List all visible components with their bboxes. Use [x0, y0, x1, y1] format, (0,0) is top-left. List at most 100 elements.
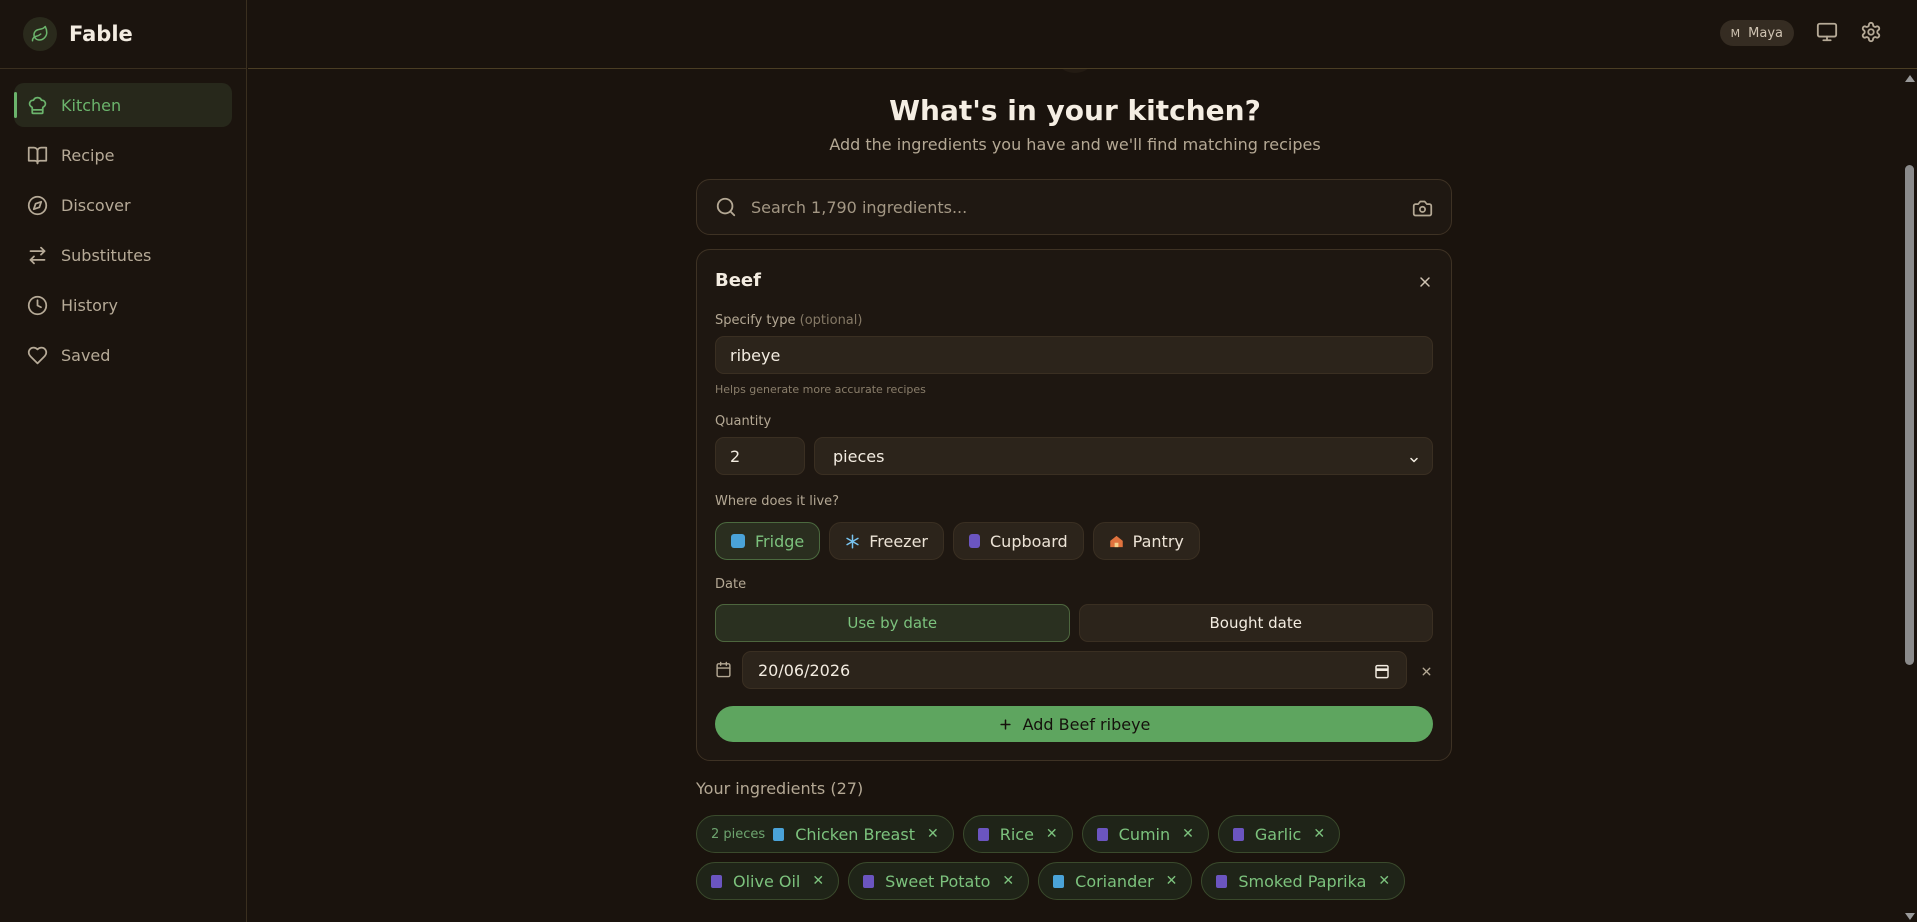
ingredient-chip[interactable]: 2 pieces Chicken Breast ✕: [696, 815, 954, 853]
house-icon: [1109, 534, 1123, 548]
jar-icon: [1232, 827, 1244, 841]
sidebar: Fable Kitchen Recipe Discover Substitute…: [0, 0, 247, 922]
location-freezer-button[interactable]: Freezer: [829, 522, 944, 560]
user-avatar-initial: M: [1730, 26, 1741, 40]
clear-date-icon[interactable]: [1420, 663, 1433, 682]
scroll-down-arrow-icon[interactable]: [1905, 913, 1915, 920]
search-bar: [696, 179, 1452, 235]
location-label-text: Cupboard: [990, 531, 1068, 551]
camera-icon[interactable]: [1412, 198, 1433, 223]
remove-icon[interactable]: ✕: [1182, 826, 1194, 842]
sidebar-item-kitchen[interactable]: Kitchen: [14, 83, 232, 127]
compass-icon: [27, 195, 48, 215]
ice-cube-icon: [731, 534, 745, 548]
ingredient-chip[interactable]: Smoked Paprika ✕: [1201, 862, 1406, 900]
date-input[interactable]: 20/06/2026: [742, 651, 1407, 689]
type-input-value: ribeye: [730, 345, 781, 365]
scroll-up-arrow-icon[interactable]: [1905, 75, 1915, 82]
remove-icon[interactable]: ✕: [1166, 873, 1178, 889]
sidebar-item-saved[interactable]: Saved: [14, 333, 232, 377]
sidebar-nav: Kitchen Recipe Discover Substitutes Hist…: [0, 69, 246, 377]
ingredient-chip[interactable]: Coriander ✕: [1038, 862, 1193, 900]
location-cupboard-button[interactable]: Cupboard: [953, 522, 1084, 560]
remove-icon[interactable]: ✕: [1313, 826, 1325, 842]
ingredient-chip[interactable]: Cumin ✕: [1081, 815, 1209, 853]
ingredient-chip[interactable]: Garlic ✕: [1217, 815, 1341, 853]
jar-icon: [711, 874, 722, 888]
location-options: Fridge Freezer Cupboard Pantry: [715, 522, 1200, 560]
ingredient-chip[interactable]: Sweet Potato ✕: [848, 862, 1030, 900]
jar-icon: [977, 827, 989, 841]
page-title: What's in your kitchen?: [889, 94, 1261, 127]
ingredient-name: Cumin: [1118, 824, 1171, 844]
ingredient-chip[interactable]: Rice ✕: [962, 815, 1073, 853]
ingredient-chip[interactable]: Olive Oil ✕: [696, 862, 840, 900]
gear-icon[interactable]: [1860, 21, 1882, 47]
location-label: Where does it live?: [715, 494, 840, 509]
app-name: Fable: [69, 22, 133, 46]
location-pantry-button[interactable]: Pantry: [1092, 522, 1200, 560]
quantity-input[interactable]: 2: [715, 437, 805, 475]
unit-selected-value: pieces: [833, 446, 885, 466]
user-menu-button[interactable]: M Maya: [1719, 20, 1794, 46]
sidebar-item-label: Discover: [61, 195, 131, 215]
sidebar-item-label: Recipe: [61, 145, 115, 165]
ingredient-name: Smoked Paprika: [1238, 871, 1367, 891]
ingredient-quantity: 2 pieces: [711, 826, 766, 842]
sidebar-item-label: Substitutes: [61, 245, 152, 265]
remove-icon[interactable]: ✕: [812, 873, 824, 889]
remove-icon[interactable]: ✕: [1046, 826, 1058, 842]
sidebar-item-discover[interactable]: Discover: [14, 183, 232, 227]
date-input-value: 20/06/2026: [758, 660, 851, 680]
sidebar-item-substitutes[interactable]: Substitutes: [14, 233, 232, 277]
ingredient-name: Rice: [999, 824, 1034, 844]
sidebar-item-recipe[interactable]: Recipe: [14, 133, 232, 177]
monitor-icon[interactable]: [1816, 21, 1838, 47]
heart-icon: [27, 346, 48, 364]
ingredients-heading: Your ingredients (27): [696, 779, 864, 798]
add-ingredient-button[interactable]: Add Beef ribeye: [715, 706, 1433, 742]
use-by-date-button[interactable]: Use by date: [715, 604, 1070, 642]
clock-icon: [27, 295, 48, 315]
search-input[interactable]: [751, 197, 1371, 217]
brand[interactable]: Fable: [0, 0, 246, 69]
ingredient-name: Sweet Potato: [885, 871, 991, 891]
decorative-circle: [1053, 69, 1097, 73]
bought-date-button[interactable]: Bought date: [1078, 604, 1433, 642]
location-label-text: Fridge: [755, 531, 805, 551]
ingredient-name: Olive Oil: [733, 871, 801, 891]
plus-icon: [999, 718, 1011, 730]
ingredients-row: Olive Oil ✕ Sweet Potato ✕ Coriander ✕ S…: [696, 862, 1456, 900]
sidebar-item-history[interactable]: History: [14, 283, 232, 327]
ingredient-title: Beef: [715, 270, 761, 291]
user-name: Maya: [1748, 25, 1783, 41]
ice-cube-icon: [773, 827, 785, 841]
jar-icon: [969, 534, 980, 548]
remove-icon[interactable]: ✕: [1002, 873, 1014, 889]
jar-icon: [1096, 827, 1108, 841]
quantity-value: 2: [730, 446, 741, 466]
location-fridge-button[interactable]: Fridge: [715, 522, 821, 560]
scrollbar[interactable]: [1902, 69, 1917, 922]
location-label-text: Freezer: [869, 531, 928, 551]
snowflake-icon: [845, 534, 859, 549]
ingredient-name: Chicken Breast: [795, 824, 915, 844]
scrollbar-thumb[interactable]: [1905, 165, 1914, 665]
remove-icon[interactable]: ✕: [927, 826, 939, 842]
remove-icon[interactable]: ✕: [1378, 873, 1390, 889]
date-type-toggle: Use by date Bought date: [715, 604, 1433, 642]
jar-icon: [863, 874, 875, 888]
type-hint: Helps generate more accurate recipes: [715, 383, 926, 396]
unit-select[interactable]: pieces: [814, 437, 1433, 475]
ingredients-list: 2 pieces Chicken Breast ✕ Rice ✕ Cumin ✕…: [696, 815, 1456, 909]
quantity-label: Quantity: [715, 414, 772, 429]
search-icon: [716, 197, 736, 217]
close-icon[interactable]: [1417, 274, 1433, 294]
date-picker-icon[interactable]: [1374, 663, 1390, 683]
top-bar: M Maya: [248, 0, 1917, 69]
ice-cube-icon: [1053, 874, 1065, 888]
ingredients-row: 2 pieces Chicken Breast ✕ Rice ✕ Cumin ✕…: [696, 815, 1456, 853]
type-input[interactable]: ribeye: [715, 336, 1433, 374]
jar-icon: [1216, 874, 1228, 888]
chevron-down-icon: [1408, 451, 1420, 470]
